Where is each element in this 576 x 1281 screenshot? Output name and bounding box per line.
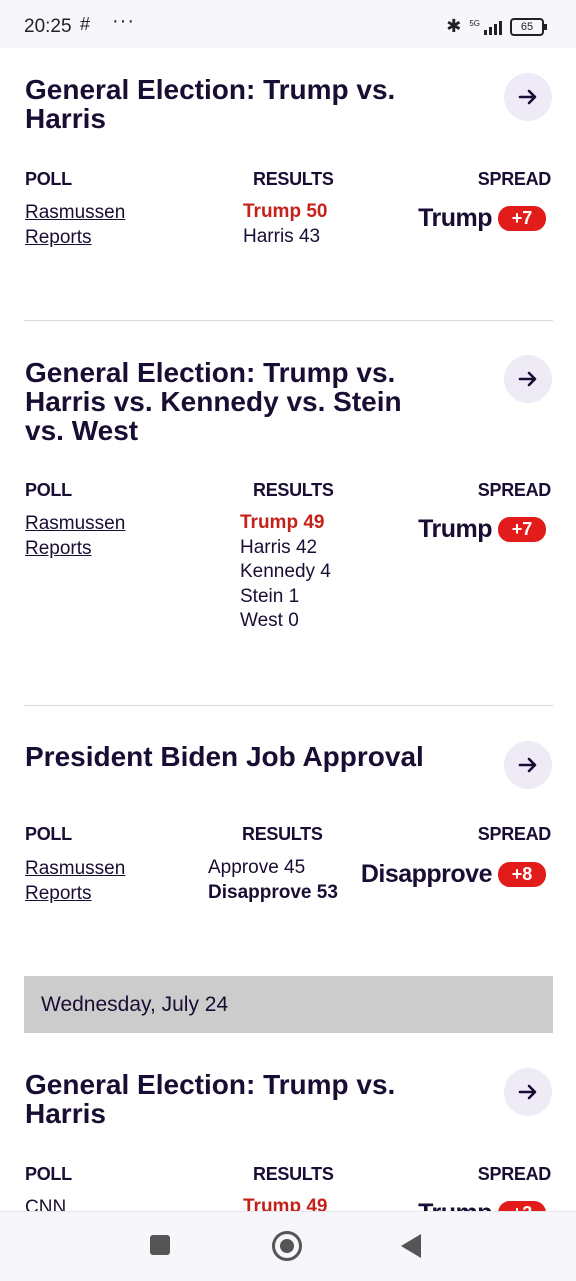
result-line: Trump 50 — [243, 201, 328, 222]
open-poll-button[interactable] — [504, 355, 552, 403]
spread-column-header: SPREAD — [477, 480, 552, 500]
arrow-right-icon — [518, 757, 537, 773]
result-line: Harris 43 — [243, 225, 321, 247]
arrow-right-icon — [518, 371, 537, 387]
divider — [24, 705, 553, 706]
spread-badge: +7 — [498, 517, 546, 542]
spread-column-header: SPREAD — [477, 1164, 552, 1184]
network-label: 5G — [469, 18, 480, 28]
divider — [24, 320, 553, 321]
poll-title[interactable]: General Election: Trump vs. Harris — [25, 1070, 445, 1128]
bluetooth-icon: ✱ — [446, 16, 462, 36]
pollster-link[interactable]: Rasmussen Reports — [25, 200, 165, 250]
slack-icon: # — [80, 14, 91, 34]
signal-icon: 5G — [469, 19, 502, 35]
arrow-right-icon — [518, 1084, 537, 1100]
spread-badge: +7 — [498, 206, 546, 231]
date-header: Wednesday, July 24 — [24, 976, 553, 1033]
result-line: Harris 42 — [240, 536, 318, 558]
result-line: West 0 — [240, 610, 299, 631]
poll-column-header: POLL — [25, 480, 72, 500]
pollster-link[interactable]: Rasmussen Reports — [25, 511, 165, 561]
overflow-dots: ··· — [112, 10, 135, 32]
open-poll-button[interactable] — [504, 741, 552, 789]
poll-column-header: POLL — [25, 1164, 72, 1184]
open-poll-button[interactable] — [504, 1068, 552, 1116]
pollster-link[interactable]: Rasmussen Reports — [25, 856, 165, 906]
open-poll-button[interactable] — [504, 73, 552, 121]
result-line: Stein 1 — [240, 585, 300, 607]
spread-column-header: SPREAD — [477, 169, 552, 189]
result-line: Disapprove 53 — [208, 881, 338, 903]
result-line: Trump 49 — [240, 512, 325, 533]
system-nav-bar — [0, 1211, 576, 1281]
results-column-header: RESULTS — [242, 824, 323, 844]
results-column-header: RESULTS — [253, 1164, 334, 1184]
circle-home-icon[interactable] — [272, 1231, 302, 1261]
battery-icon: 65 — [510, 17, 547, 36]
spread-column-header: SPREAD — [477, 824, 552, 844]
status-bar: 20:25 # ··· ✱ 5G 65 — [0, 0, 576, 48]
spread-name: Trump — [418, 515, 492, 543]
spread: Trump +7 — [418, 204, 546, 233]
date-header-label: Wednesday, July 24 — [41, 993, 229, 1016]
spread: Disapprove +8 — [361, 860, 546, 889]
result-line: Kennedy 4 — [240, 561, 331, 582]
spread-name: Trump — [418, 204, 492, 232]
results-column-header: RESULTS — [253, 480, 334, 500]
status-time: 20:25 — [24, 16, 72, 37]
result-line: Approve 45 — [208, 857, 306, 878]
poll-column-header: POLL — [25, 169, 72, 189]
results-list: Trump 50 Harris 43 — [243, 200, 327, 249]
poll-column-header: POLL — [25, 824, 72, 844]
results-column-header: RESULTS — [253, 169, 334, 189]
results-list: Approve 45 Disapprove 53 — [208, 856, 338, 905]
square-recents-icon[interactable] — [150, 1235, 170, 1255]
status-icons: ✱ 5G 65 — [446, 16, 547, 37]
spread-badge: +8 — [498, 862, 546, 887]
spread: Trump +7 — [418, 515, 546, 544]
triangle-back-icon[interactable] — [401, 1234, 421, 1258]
arrow-right-icon — [518, 89, 537, 105]
spread-name: Disapprove — [360, 860, 493, 888]
poll-title[interactable]: General Election: Trump vs. Harris vs. K… — [25, 358, 445, 445]
poll-title[interactable]: President Biden Job Approval — [25, 742, 485, 771]
poll-title[interactable]: General Election: Trump vs. Harris — [25, 75, 445, 133]
results-list: Trump 49 Harris 42 Kennedy 4 Stein 1 Wes… — [240, 511, 331, 634]
